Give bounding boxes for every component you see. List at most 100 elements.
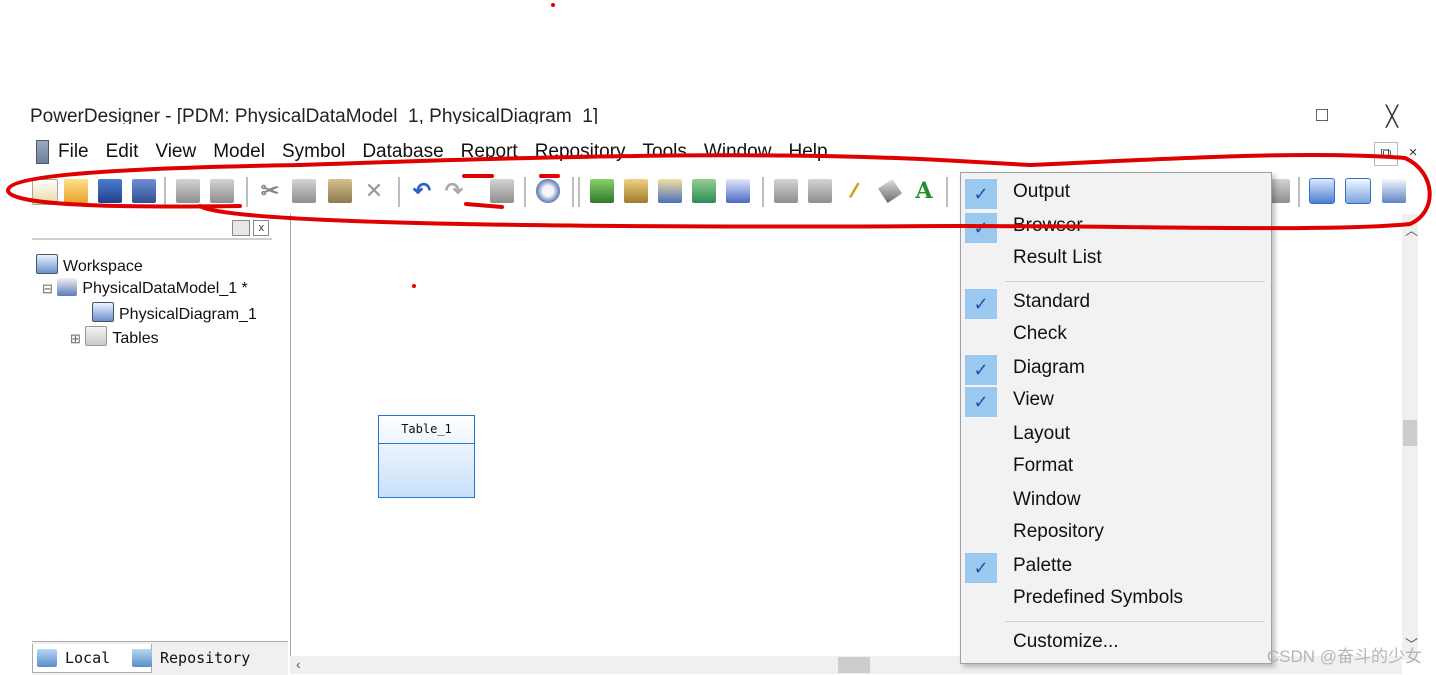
menu-item-customize[interactable]: Customize... [961,627,1271,659]
delete-icon[interactable]: ✕ [362,179,386,203]
fill-icon[interactable] [808,179,832,203]
menu-item-view[interactable]: ✓ View [961,385,1271,417]
menu-item-standard[interactable]: ✓ Standard [961,287,1271,319]
font-icon[interactable]: A [912,179,936,203]
menu-separator [1005,281,1265,282]
brush-icon[interactable]: / [839,176,870,207]
tab-label: Repository [160,649,251,667]
tree-expander-icon[interactable]: ⊟ [42,281,53,296]
line-style-icon[interactable] [878,179,902,203]
menu-item-predefined-symbols[interactable]: Predefined Symbols [961,583,1271,615]
checkmark-icon: ✓ [965,553,997,583]
menu-tools[interactable]: Tools [643,138,687,166]
find-icon[interactable] [658,179,682,203]
menu-item-label: Repository [1013,521,1104,542]
checkmark-icon: ✓ [965,179,997,209]
menu-repository[interactable]: Repository [535,138,626,166]
browser-tabs: Local Repository [32,641,288,675]
new-package-icon[interactable] [590,179,614,203]
mdi-restore-button[interactable]: ⧉ [1374,142,1398,166]
menu-item-browser[interactable]: ✓ Browser [961,211,1271,243]
vertical-scroll-thumb[interactable] [1403,420,1417,446]
checkmark-icon: ✓ [965,213,997,243]
watermark: CSDN @奋斗的少女 [1266,647,1422,666]
panel-controls[interactable]: x [232,220,272,238]
tree-tables[interactable]: ⊞ Tables [70,326,159,348]
scroll-left-icon[interactable]: ‹ [296,656,301,672]
menu-item-label: Palette [1013,555,1073,576]
menu-bar: File Edit View Model Symbol Database Report Rep… [32,138,1352,166]
generate-database-icon[interactable] [536,179,560,203]
diagram-icon [92,302,114,322]
menu-item-result-list[interactable]: Result List [961,243,1271,275]
tree-expander-icon[interactable]: ⊞ [70,331,81,346]
cut-icon[interactable]: ✂ [258,179,282,203]
menu-item-label: Format [1013,455,1074,476]
maximize-button[interactable]: □ [1316,104,1328,127]
copy-icon[interactable] [292,179,316,203]
menu-item-repository[interactable]: Repository [961,517,1271,549]
panel-dock-icon[interactable] [232,220,250,236]
mdi-close-button[interactable]: × [1402,142,1424,164]
toolbar-separator [524,177,526,207]
save-all-icon[interactable] [132,179,156,203]
table-symbol[interactable]: Table_1 [378,415,475,498]
toolbar-separator [762,177,764,207]
menu-item-check[interactable]: Check [961,319,1271,351]
checkmark-icon: ✓ [965,387,997,417]
menu-item-label: Diagram [1013,357,1085,378]
tree-physical-data-model[interactable]: ⊟ PhysicalDataModel_1 * [42,278,248,298]
menu-help[interactable]: Help [788,138,827,166]
menu-item-label: Predefined Symbols [1013,587,1184,608]
menu-model[interactable]: Model [213,138,265,166]
menu-database[interactable]: Database [362,138,443,166]
tree-label: Tables [112,330,159,347]
redo-icon[interactable]: ↷ [442,179,466,203]
close-window-button[interactable]: ╳ [1386,104,1398,129]
menu-item-label: Check [1013,323,1067,344]
menu-item-output[interactable]: ✓ Output [961,177,1271,209]
library-icon[interactable] [624,179,648,203]
menu-item-format[interactable]: Format [961,451,1271,483]
menu-item-window[interactable]: Window [961,485,1271,517]
menu-window[interactable]: Window [704,138,772,166]
open-folder-icon[interactable] [64,179,88,203]
menu-edit[interactable]: Edit [106,138,139,166]
vertical-scrollbar[interactable]: ︿ ﹀ [1402,214,1418,660]
menu-item-layout[interactable]: Layout [961,419,1271,451]
shadow-icon[interactable] [774,179,798,203]
toolbar-separator [572,177,574,207]
toolbar-separator [578,177,580,207]
menu-symbol[interactable]: Symbol [282,138,345,166]
zoom-icon[interactable] [1309,178,1335,204]
repository-icon [132,649,152,667]
tree-label: Workspace [63,258,143,275]
refresh-icon[interactable] [692,179,716,203]
undo-icon[interactable]: ↶ [410,179,434,203]
workspace-icon [36,254,58,274]
scroll-up-icon[interactable]: ︿ [1405,220,1418,239]
menu-report[interactable]: Report [461,138,518,166]
panel-close-icon[interactable]: x [253,220,270,236]
toolbar-separator [246,177,248,207]
menu-item-diagram[interactable]: ✓ Diagram [961,353,1271,385]
tree-physical-diagram[interactable]: PhysicalDiagram_1 [92,302,257,324]
menu-item-palette[interactable]: ✓ Palette [961,551,1271,583]
browser-toggle-icon[interactable] [1345,178,1371,204]
tree-workspace[interactable]: Workspace [36,254,143,276]
menu-file[interactable]: File [58,138,89,166]
print-preview-icon[interactable] [176,179,200,203]
menu-view[interactable]: View [155,138,196,166]
paste-icon[interactable] [328,179,352,203]
table-symbol-name: Table_1 [379,416,474,444]
output-toggle-icon[interactable] [1382,179,1406,203]
tree-label: PhysicalDiagram_1 [119,306,257,323]
save-icon[interactable] [98,179,122,203]
model-properties-icon[interactable] [490,179,514,203]
new-icon[interactable] [32,179,58,205]
check-model-icon[interactable] [726,179,750,203]
menu-item-label: Standard [1013,291,1091,312]
horizontal-scroll-thumb[interactable] [838,657,870,673]
menu-item-label: Output [1013,181,1071,202]
print-icon[interactable] [210,179,234,203]
